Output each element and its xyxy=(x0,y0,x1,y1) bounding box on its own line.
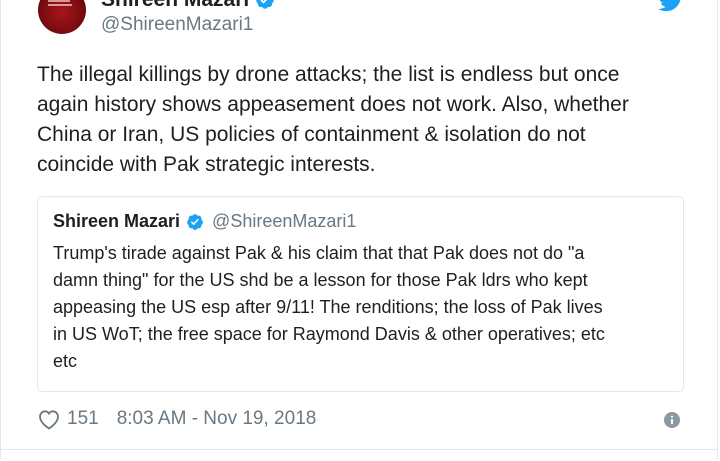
quoted-author-handle: @ShireenMazari1 xyxy=(212,211,357,231)
author-handle[interactable]: @ShireenMazari1 xyxy=(101,14,253,36)
quoted-tweet-text: Trump's tirade against Pak & his claim t… xyxy=(53,240,673,375)
tweet-line: again history shows appeasement does not… xyxy=(37,93,629,116)
twitter-bird-icon[interactable] xyxy=(658,0,684,12)
tweet-line: coincide with Pak strategic interests. xyxy=(37,153,376,176)
quoted-tweet-line: Trump's tirade against Pak & his claim t… xyxy=(53,243,585,263)
verified-badge-icon xyxy=(256,0,274,9)
tweet-line: China or Iran, US policies of containmen… xyxy=(37,123,586,146)
quoted-tweet-line: damn thing" for the US shd be a lesson f… xyxy=(53,270,588,290)
quoted-tweet-line: appeasing the US esp after 9/11! The ren… xyxy=(53,297,603,317)
quoted-author-name: Shireen Mazari xyxy=(53,211,181,231)
author-name[interactable]: Shireen Mazari xyxy=(101,0,249,12)
timestamp[interactable]: 8:03 AM - Nov 19, 2018 xyxy=(117,408,317,430)
info-icon[interactable] xyxy=(664,412,680,428)
like-count[interactable]: 151 xyxy=(67,408,99,430)
quoted-tweet-header: Shireen Mazari @ShireenMazari1 xyxy=(53,211,356,232)
tweet-text: The illegal killings by drone attacks; t… xyxy=(37,60,687,180)
verified-badge-icon xyxy=(187,213,203,230)
tweet-line: The illegal killings by drone attacks; t… xyxy=(37,63,620,86)
heart-icon[interactable] xyxy=(37,408,61,430)
quoted-tweet-line: etc xyxy=(53,351,78,371)
divider xyxy=(0,449,718,450)
quoted-tweet[interactable]: Shireen Mazari @ShireenMazari1 Trump's t… xyxy=(37,196,684,392)
tweet-footer: 151 8:03 AM - Nov 19, 2018 xyxy=(37,408,316,430)
quoted-tweet-line: in US WoT; the free space for Raymond Da… xyxy=(53,324,605,344)
author-name-row[interactable]: Shireen Mazari xyxy=(101,0,275,12)
